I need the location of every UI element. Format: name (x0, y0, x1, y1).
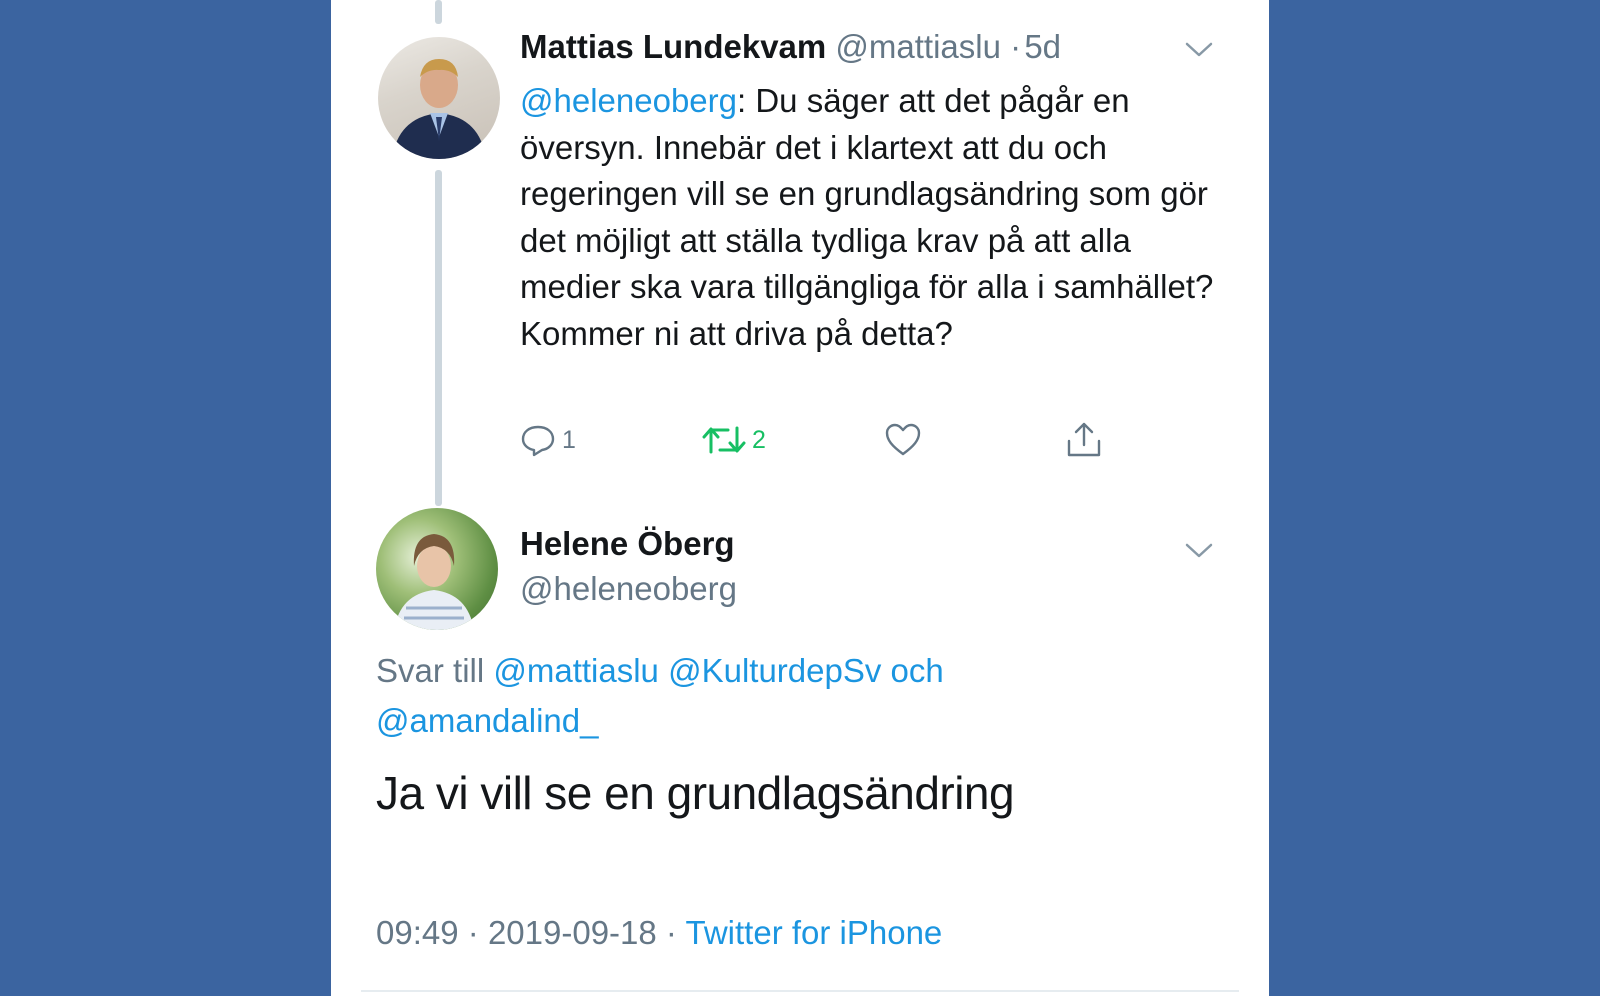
replying-to: Svar till @mattiaslu @KulturdepSv och @a… (376, 646, 1136, 746)
meta-separator: · (665, 914, 677, 951)
reply-mention-kulturdepsv[interactable]: @KulturdepSv (668, 652, 881, 689)
parent-author-handle[interactable]: @mattiaslu (835, 28, 1001, 65)
meta-separator: · (467, 914, 479, 951)
tweet-thread-panel: Mattias Lundekvam @mattiaslu · 5d @helen… (331, 0, 1269, 996)
reply-mention-amandalind[interactable]: @amandalind_ (376, 702, 598, 739)
chevron-down-icon[interactable] (1185, 541, 1213, 561)
thread-line-top (435, 0, 442, 24)
avatar-helene[interactable] (376, 508, 498, 630)
parent-action-bar: 1 2 (520, 418, 1140, 462)
share-icon (1067, 422, 1101, 457)
reply-count: 1 (562, 425, 576, 454)
tweet-source-link[interactable]: Twitter for iPhone (686, 914, 943, 951)
parent-mention[interactable]: @heleneoberg (520, 82, 737, 119)
tweet-date: 2019-09-18 (487, 914, 657, 951)
replying-to-and: och (890, 652, 944, 689)
parent-time-ago[interactable]: 5d (1024, 28, 1061, 65)
parent-separator: · (1010, 28, 1022, 65)
retweet-count: 2 (752, 425, 766, 454)
retweet-icon (702, 426, 746, 454)
heart-icon (885, 423, 921, 456)
tweet-metadata: 09:49 · 2019-09-18 · Twitter for iPhone (376, 914, 942, 952)
tweet-time: 09:49 (376, 914, 459, 951)
divider (361, 990, 1239, 992)
avatar-mattias-image (392, 59, 486, 159)
chevron-down-icon[interactable] (1185, 40, 1213, 60)
avatar-mattias[interactable] (378, 37, 500, 159)
reply-button[interactable]: 1 (520, 418, 576, 462)
reply-author-name[interactable]: Helene Öberg (520, 525, 735, 563)
parent-author: Mattias Lundekvam @mattiaslu · 5d (520, 28, 1061, 66)
parent-text-body: : Du säger att det pågår en översyn. Inn… (520, 82, 1214, 352)
reply-author-handle[interactable]: @heleneoberg (520, 570, 737, 608)
reply-icon (521, 425, 555, 457)
share-button[interactable] (1065, 418, 1103, 462)
parent-author-name[interactable]: Mattias Lundekvam (520, 28, 826, 65)
avatar-helene-image (394, 534, 474, 630)
reply-mention-mattiaslu[interactable]: @mattiaslu (493, 652, 659, 689)
retweet-button[interactable]: 2 (702, 418, 766, 462)
replying-to-prefix: Svar till (376, 652, 485, 689)
parent-tweet-text: @heleneoberg: Du säger att det pågår en … (520, 78, 1220, 357)
like-button[interactable] (884, 418, 922, 462)
thread-line-connector (435, 170, 442, 506)
reply-tweet-text: Ja vi vill se en grundlagsändring (376, 767, 1015, 819)
